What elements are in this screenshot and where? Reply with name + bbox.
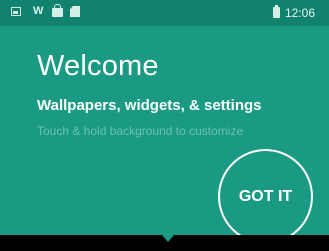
w-icon: W xyxy=(33,5,44,17)
customize-hint: Touch & hold background to customize xyxy=(37,124,244,138)
caret-down-icon xyxy=(162,235,174,242)
welcome-subtitle: Wallpapers, widgets, & settings xyxy=(37,97,262,114)
clock: 12:06 xyxy=(285,6,316,20)
got-it-button[interactable]: GOT IT xyxy=(218,149,313,244)
bag-icon xyxy=(52,4,63,17)
sd-card-icon xyxy=(70,6,80,17)
status-bar: W 12:06 xyxy=(0,0,329,26)
image-icon xyxy=(11,7,21,16)
battery-icon xyxy=(273,5,280,18)
welcome-title: Welcome xyxy=(37,50,159,82)
